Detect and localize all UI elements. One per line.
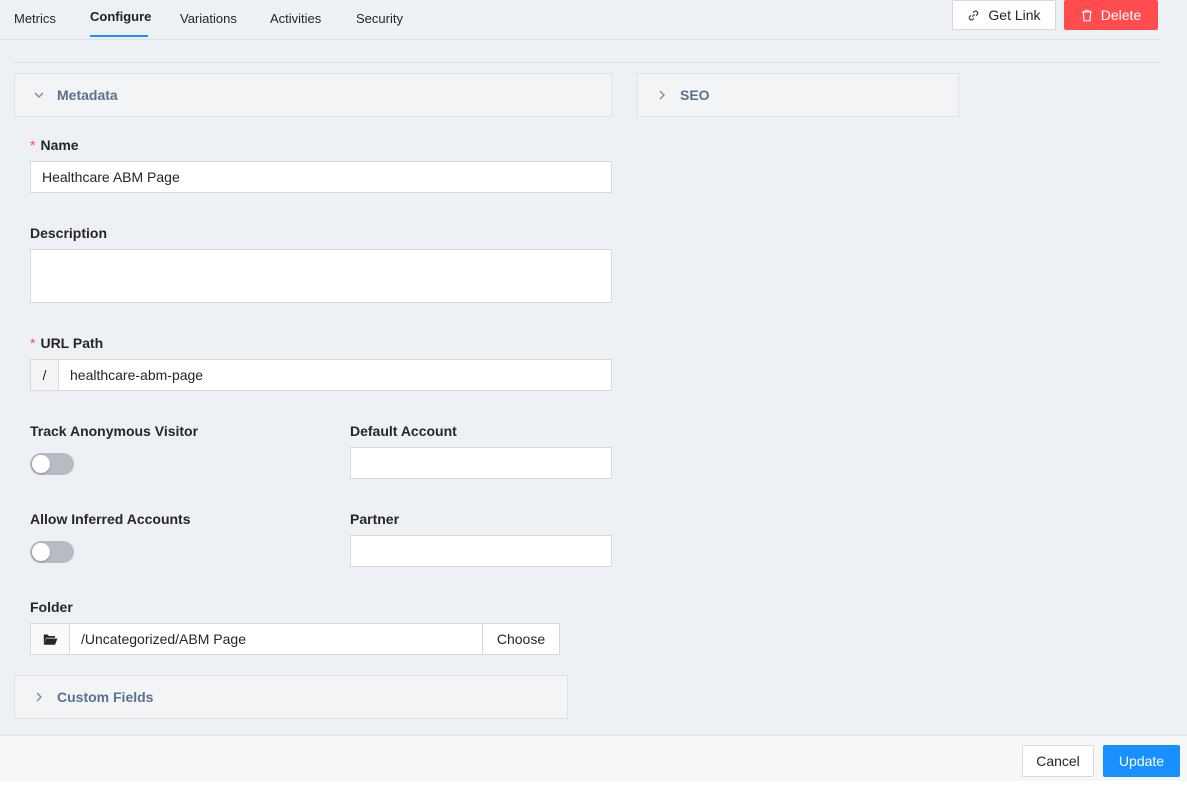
- get-link-button[interactable]: Get Link: [952, 0, 1056, 30]
- footer-bar: [0, 735, 1187, 781]
- url-path-input[interactable]: healthcare-abm-page: [58, 359, 612, 391]
- choose-label: Choose: [496, 631, 546, 647]
- chevron-right-icon: [33, 691, 45, 703]
- cancel-label: Cancel: [1036, 753, 1080, 769]
- name-input[interactable]: Healthcare ABM Page: [30, 161, 612, 193]
- update-label: Update: [1118, 753, 1165, 769]
- delete-label: Delete: [1100, 7, 1142, 23]
- partner-select[interactable]: [350, 535, 612, 567]
- metadata-panel-title: Metadata: [57, 87, 118, 103]
- footer-bottom-strip: [0, 781, 1187, 791]
- update-button[interactable]: Update: [1103, 745, 1180, 777]
- required-mark: *: [30, 137, 36, 153]
- switch-knob: [32, 543, 50, 561]
- custom-fields-panel-title: Custom Fields: [57, 689, 154, 705]
- required-mark: *: [30, 335, 36, 351]
- url-path-label-text: URL Path: [40, 335, 104, 351]
- url-path-label: * URL Path: [30, 335, 103, 351]
- default-account-select[interactable]: [350, 447, 612, 479]
- link-icon: [969, 9, 979, 21]
- divider: [14, 62, 1160, 63]
- tab-configure[interactable]: Configure: [90, 9, 151, 24]
- allow-inferred-switch[interactable]: [30, 541, 74, 563]
- seo-panel-title: SEO: [680, 87, 710, 103]
- get-link-label: Get Link: [988, 7, 1041, 23]
- name-label-text: Name: [40, 137, 79, 153]
- delete-button[interactable]: Delete: [1064, 0, 1158, 30]
- track-anonymous-switch[interactable]: [30, 453, 74, 475]
- name-label: * Name: [30, 137, 79, 153]
- chevron-down-icon: [33, 89, 45, 101]
- tab-security[interactable]: Security: [356, 11, 403, 26]
- tab-metrics[interactable]: Metrics: [14, 11, 56, 26]
- partner-label: Partner: [350, 511, 400, 527]
- track-anonymous-label: Track Anonymous Visitor: [30, 423, 199, 439]
- seo-panel-header[interactable]: SEO: [637, 73, 959, 117]
- folder-path-input[interactable]: /Uncategorized/ABM Page: [69, 623, 483, 655]
- allow-inferred-label: Allow Inferred Accounts: [30, 511, 191, 527]
- folder-label: Folder: [30, 599, 73, 615]
- trash-icon: [1081, 9, 1092, 21]
- url-prefix-addon: /: [30, 359, 59, 391]
- cancel-button[interactable]: Cancel: [1022, 745, 1094, 777]
- folder-addon: [30, 623, 70, 655]
- default-account-label: Default Account: [350, 423, 457, 439]
- description-label: Description: [30, 225, 108, 241]
- active-tab-indicator: [90, 35, 148, 37]
- switch-knob: [32, 455, 50, 473]
- metadata-panel-header[interactable]: Metadata: [14, 73, 612, 117]
- description-textarea[interactable]: [30, 249, 612, 303]
- choose-folder-button[interactable]: Choose: [482, 623, 560, 655]
- tab-variations[interactable]: Variations: [180, 11, 237, 26]
- folder-open-icon: [43, 634, 58, 645]
- tab-activities[interactable]: Activities: [270, 11, 321, 26]
- custom-fields-panel-header[interactable]: Custom Fields: [14, 675, 568, 719]
- chevron-right-icon: [656, 89, 668, 101]
